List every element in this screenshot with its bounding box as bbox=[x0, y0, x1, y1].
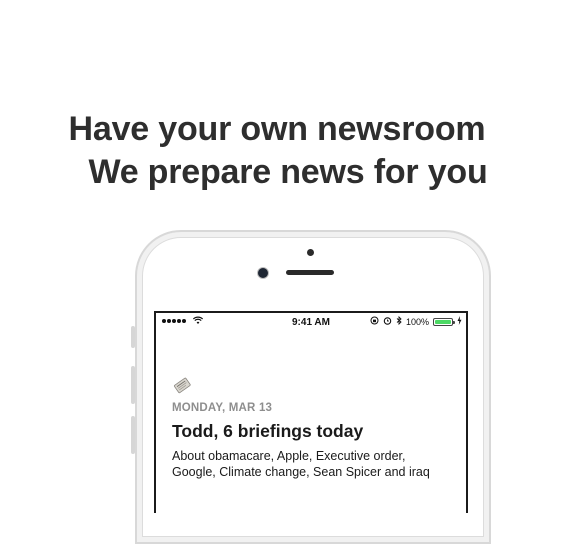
headline-line-1: Have your own newsroom bbox=[68, 110, 486, 148]
phone-screen: 9:41 AM 100% MONDAY, MAR 13 Todd, 6 brie… bbox=[154, 311, 468, 513]
briefing-title[interactable]: Todd, 6 briefings today bbox=[172, 421, 363, 442]
earpiece-speaker bbox=[286, 270, 334, 275]
briefing-topics: About obamacare, Apple, Executive order,… bbox=[172, 449, 430, 479]
alarm-icon bbox=[383, 316, 392, 327]
front-camera bbox=[257, 267, 269, 279]
headline-line-2: We prepare news for you bbox=[88, 153, 488, 191]
battery-icon bbox=[433, 317, 455, 326]
briefing-date: MONDAY, MAR 13 bbox=[172, 402, 273, 414]
battery-percent: 100% bbox=[405, 316, 429, 327]
bluetooth-icon bbox=[396, 315, 402, 327]
newspaper-icon bbox=[172, 375, 192, 395]
status-right-group: 100% bbox=[370, 315, 462, 327]
status-bar: 9:41 AM 100% bbox=[156, 313, 466, 331]
proximity-sensor bbox=[307, 249, 314, 256]
lock-rotation-icon bbox=[370, 316, 379, 327]
charging-icon bbox=[457, 316, 462, 327]
battery-level bbox=[435, 319, 451, 324]
